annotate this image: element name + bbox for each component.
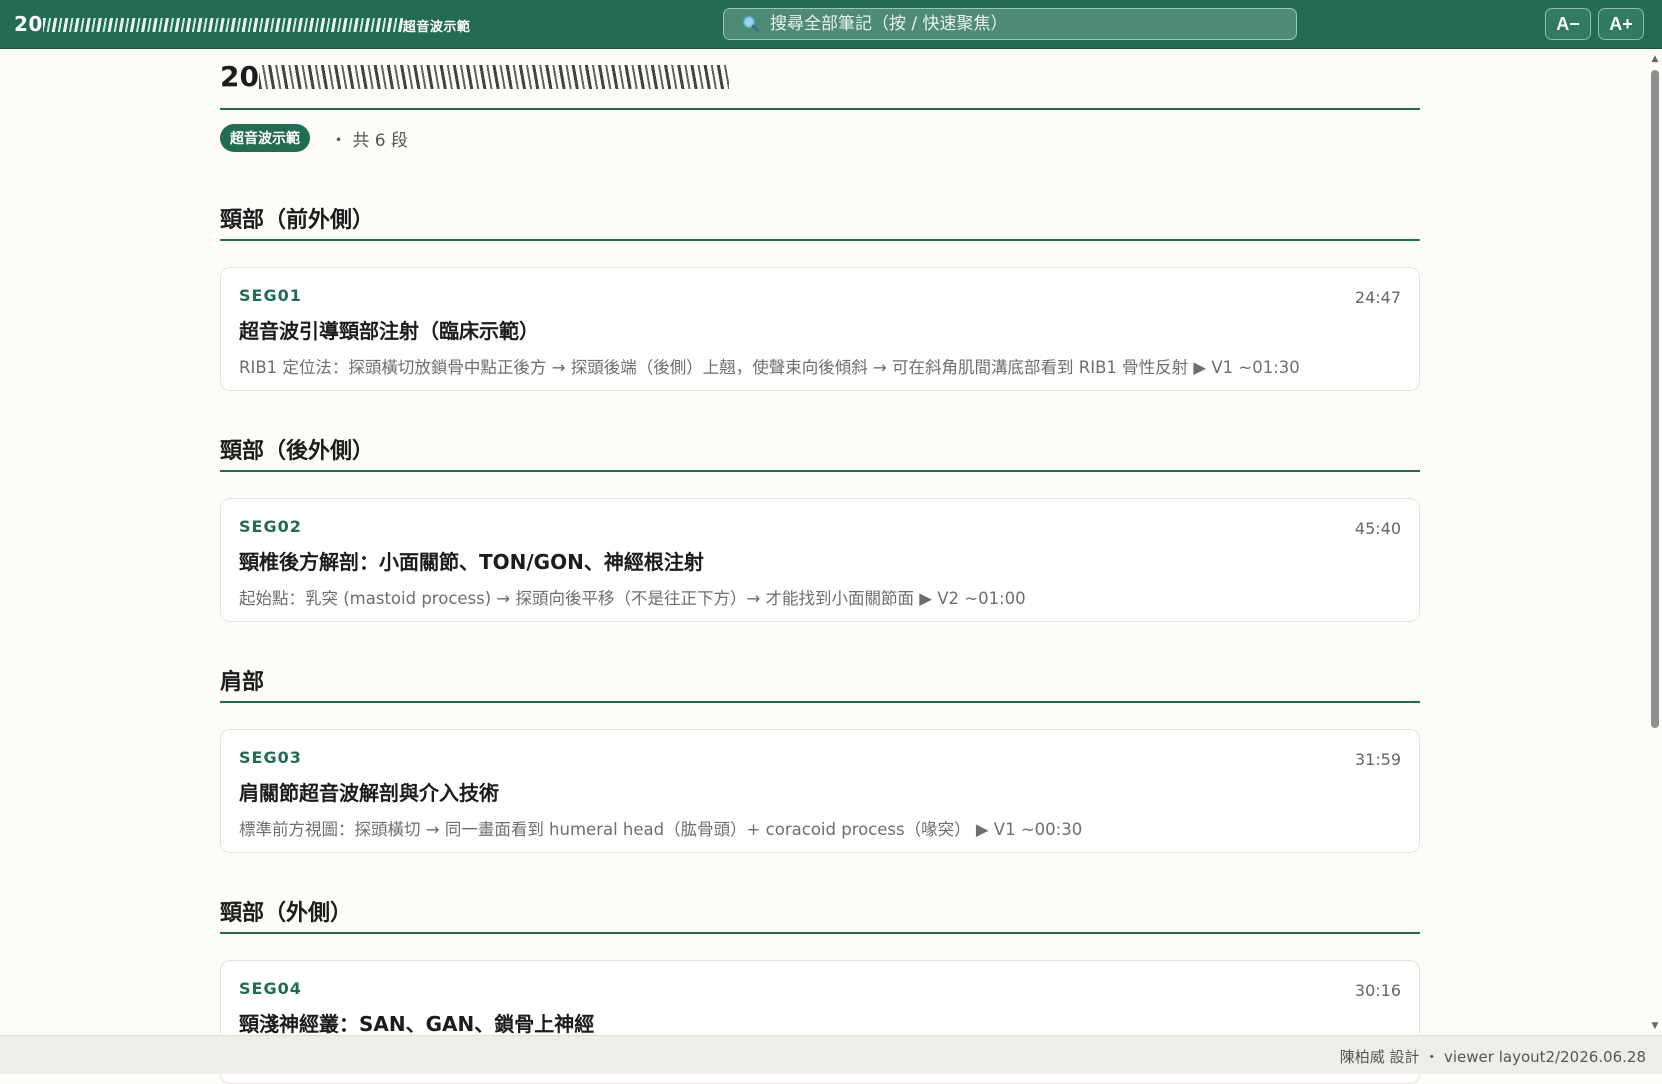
- segment-description: 起始點：乳突 (mastoid process) → 探頭向後平移（不是往正下方…: [239, 589, 1026, 608]
- segment-duration: 24:47: [1354, 288, 1401, 307]
- segment-title: 肩關節超音波解剖與介入技術: [239, 781, 499, 805]
- main-content: 20 超音波示範 ・ 共 6 段 頸部（前外側） SEG01 24:47 超音波…: [220, 48, 1420, 1084]
- page-meta: 超音波示範 ・ 共 6 段: [220, 116, 1420, 160]
- app-title-prefix: 20: [14, 12, 43, 36]
- category-tag[interactable]: 超音波示範: [220, 124, 310, 152]
- section: 頸部（後外側） SEG02 45:40 頸椎後方解剖：小面關節、TON/GON、…: [220, 429, 1420, 622]
- section: 頸部（前外側） SEG01 24:47 超音波引導頸部注射（臨床示範） RIB1…: [220, 198, 1420, 391]
- segment-title: 頸淺神經叢：SAN、GAN、鎖骨上神經: [239, 1012, 595, 1036]
- segment-title: 頸椎後方解剖：小面關節、TON/GON、神經根注射: [239, 550, 704, 574]
- section-title: 頸部（前外側）: [220, 198, 1420, 241]
- segment-description: 標準前方視圖：探頭橫切 → 同一畫面看到 humeral head（肱骨頭）+ …: [239, 820, 1083, 839]
- segment-duration: 31:59: [1354, 750, 1401, 769]
- segment-id: SEG01: [239, 286, 302, 305]
- segment-card[interactable]: SEG02 45:40 頸椎後方解剖：小面關節、TON/GON、神經根注射 起始…: [220, 498, 1420, 622]
- segment-duration: 30:16: [1354, 981, 1401, 1000]
- search-icon: [738, 11, 764, 37]
- search-box[interactable]: [723, 8, 1297, 40]
- footer: 陳柏威 設計 ・ viewer layout2/2026.06.28: [0, 1035, 1662, 1074]
- vertical-scrollbar[interactable]: ▲ ▼: [1648, 50, 1662, 1035]
- section-title: 肩部: [220, 660, 1420, 703]
- segment-title: 超音波引導頸部注射（臨床示範）: [239, 319, 539, 343]
- app-title: 20 超音波示範: [14, 12, 470, 36]
- section-title: 頸部（外側）: [220, 891, 1420, 934]
- app-title-suffix: 超音波示範: [402, 20, 471, 35]
- section: 肩部 SEG03 31:59 肩關節超音波解剖與介入技術 標準前方視圖：探頭橫切…: [220, 660, 1420, 853]
- segment-card[interactable]: SEG03 31:59 肩關節超音波解剖與介入技術 標準前方視圖：探頭橫切 → …: [220, 729, 1420, 853]
- segment-description: RIB1 定位法：探頭橫切放鎖骨中點正後方 → 探頭後端（後側）上翹，使聲束向後…: [239, 358, 1300, 377]
- scroll-up-arrow-icon[interactable]: ▲: [1650, 54, 1660, 64]
- scroll-thumb[interactable]: [1651, 70, 1659, 728]
- font-decrease-button[interactable]: A−: [1545, 8, 1591, 40]
- segment-duration: 45:40: [1354, 519, 1401, 538]
- segment-count: ・ 共 6 段: [330, 130, 409, 151]
- section-title: 頸部（後外側）: [220, 429, 1420, 472]
- footer-credit: 陳柏威 設計 ・ viewer layout2/2026.06.28: [1339, 1048, 1646, 1066]
- segment-id: SEG02: [239, 517, 302, 536]
- page-title: 20: [220, 48, 1420, 110]
- segment-id: SEG04: [239, 979, 302, 998]
- scroll-down-arrow-icon[interactable]: ▼: [1650, 1021, 1660, 1031]
- page-title-prefix: 20: [220, 60, 259, 93]
- segment-id: SEG03: [239, 748, 302, 767]
- search-input[interactable]: [764, 14, 1296, 34]
- page-title-redacted: [258, 65, 729, 89]
- top-bar: 20 超音波示範 A− A+: [0, 0, 1662, 49]
- font-increase-button[interactable]: A+: [1598, 8, 1644, 40]
- segment-card[interactable]: SEG01 24:47 超音波引導頸部注射（臨床示範） RIB1 定位法：探頭橫…: [220, 267, 1420, 391]
- app-title-redacted: [42, 18, 403, 32]
